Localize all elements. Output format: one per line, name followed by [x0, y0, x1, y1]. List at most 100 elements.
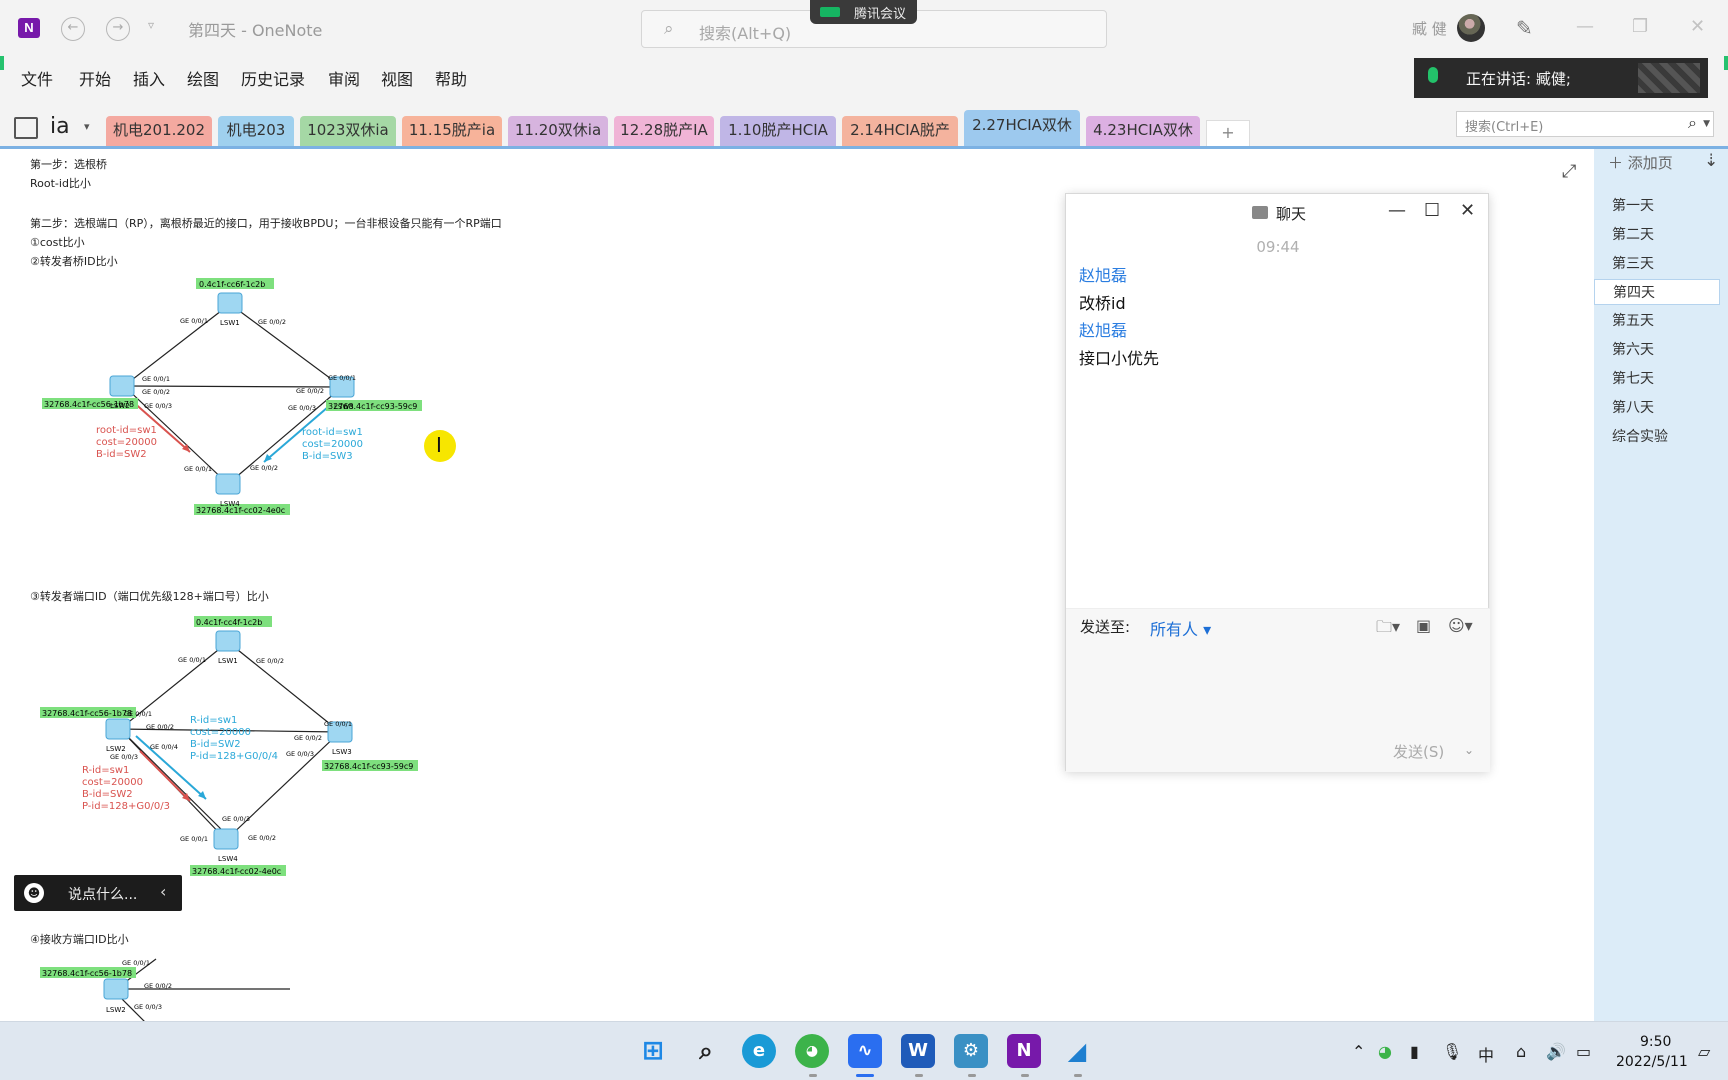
- user-name[interactable]: 臧 健: [1412, 18, 1447, 39]
- close-icon[interactable]: ✕: [1460, 200, 1475, 221]
- chevron-left-icon[interactable]: ‹: [160, 882, 166, 901]
- switch-label: LSW4: [220, 500, 240, 508]
- switch-icon: [215, 630, 241, 652]
- menu-home[interactable]: 开始: [79, 66, 111, 90]
- switch-label: LSW2: [110, 402, 130, 410]
- back-icon[interactable]: ←: [61, 17, 85, 41]
- wechat-tray-icon[interactable]: ◕: [1378, 1042, 1392, 1061]
- minimize-icon[interactable]: —: [1576, 16, 1594, 37]
- section-tab[interactable]: 1023双休ia: [300, 116, 396, 146]
- section-tab[interactable]: 1.10脱产HCIA: [720, 116, 836, 146]
- switch-icon: [103, 978, 129, 1000]
- speaker-thumbnail: [1638, 63, 1700, 93]
- port-label: GE 0/0/1: [180, 835, 208, 843]
- port-label: GE 0/0/2: [144, 982, 172, 990]
- add-page-button[interactable]: ＋ 添加页: [1608, 152, 1673, 173]
- section-tab-active[interactable]: 2.27HCIA双休: [964, 110, 1080, 146]
- notice-icon[interactable]: ▣: [1416, 616, 1431, 635]
- tencent-meeting-icon[interactable]: ∿: [848, 1034, 882, 1068]
- page-item[interactable]: 第一天: [1594, 193, 1720, 219]
- menu-view[interactable]: 视图: [381, 66, 413, 90]
- switch-icon: [105, 718, 131, 740]
- microphone-icon[interactable]: 🎙: [1442, 1042, 1462, 1061]
- quick-access-caret-icon[interactable]: ▿: [148, 18, 154, 32]
- start-icon[interactable]: ⊞: [636, 1034, 670, 1068]
- menu-review[interactable]: 审阅: [328, 66, 360, 90]
- chat-compose-area[interactable]: 发送至: 所有人 ▾ 🗀▾ ▣ ☺▾ 发送(S) ⌄: [1066, 608, 1490, 772]
- chat-sender[interactable]: 赵旭磊: [1079, 262, 1127, 286]
- page-item[interactable]: 第六天: [1594, 337, 1720, 363]
- page-item[interactable]: 第二天: [1594, 222, 1720, 248]
- port-label: GE 0/0/2: [142, 388, 170, 396]
- send-to-select[interactable]: 所有人 ▾: [1150, 616, 1211, 640]
- add-section-button[interactable]: +: [1206, 120, 1250, 146]
- speaking-panel[interactable]: 正在讲话: 臧健;: [1414, 58, 1708, 98]
- clock-time[interactable]: 9:50: [1640, 1034, 1671, 1050]
- edge-icon[interactable]: e: [742, 1034, 776, 1068]
- tray-app-icon[interactable]: ▮: [1410, 1042, 1419, 1061]
- onenote-icon[interactable]: N: [1007, 1034, 1041, 1068]
- menu-draw[interactable]: 绘图: [187, 66, 219, 90]
- port-label: GE 0/0/1: [142, 375, 170, 383]
- page-search-input[interactable]: 搜索(Ctrl+E) ⌕ ▼: [1456, 111, 1714, 137]
- chat-window[interactable]: 聊天 — ☐ ✕ 09:44 赵旭磊 改桥id 赵旭磊 接口小优先 发送至: 所…: [1065, 193, 1490, 772]
- restore-icon[interactable]: ❐: [1632, 16, 1648, 37]
- close-icon[interactable]: ✕: [1690, 16, 1705, 37]
- expand-icon[interactable]: ⤢: [1562, 161, 1576, 182]
- blue-annotation: R-id=sw1: [190, 715, 237, 726]
- ime-indicator[interactable]: 中: [1478, 1042, 1494, 1066]
- battery-icon[interactable]: ▭: [1576, 1042, 1591, 1061]
- send-button[interactable]: 发送(S): [1393, 741, 1444, 762]
- word-icon[interactable]: W: [901, 1034, 935, 1068]
- chevron-down-icon[interactable]: ▾: [84, 120, 90, 133]
- pen-icon[interactable]: ✎: [1516, 16, 1533, 40]
- section-tab[interactable]: 11.20双休ia: [508, 116, 608, 146]
- tool-icon[interactable]: ⚙: [954, 1034, 988, 1068]
- page-item[interactable]: 第七天: [1594, 366, 1720, 392]
- meeting-app-label: 腾讯会议: [854, 7, 907, 22]
- section-tab[interactable]: 2.14HCIA脱产: [842, 116, 958, 146]
- section-tab[interactable]: 机电203: [218, 116, 294, 146]
- meeting-indicator[interactable]: 腾讯会议: [810, 0, 917, 24]
- section-tab[interactable]: 12.28脱产IA: [614, 116, 714, 146]
- meeting-status-icon: [820, 7, 840, 17]
- menu-file[interactable]: 文件: [21, 66, 53, 90]
- volume-icon[interactable]: 🔊: [1546, 1042, 1566, 1061]
- say-something-label[interactable]: 说点什么...: [68, 884, 137, 904]
- wechat-icon[interactable]: ◕: [795, 1034, 829, 1068]
- minimize-icon[interactable]: —: [1388, 200, 1406, 221]
- say-something-bar[interactable]: ☻ 说点什么... ‹: [14, 875, 182, 911]
- emoji-icon[interactable]: ☻: [24, 883, 44, 903]
- chevron-up-icon[interactable]: ⌃: [1352, 1042, 1365, 1061]
- clock-date[interactable]: 2022/5/11: [1616, 1054, 1688, 1070]
- section-tab[interactable]: 机电201.202: [106, 116, 212, 146]
- wireshark-icon[interactable]: ◢: [1060, 1034, 1094, 1068]
- section-tab[interactable]: 11.15脱产ia: [402, 116, 502, 146]
- maximize-icon[interactable]: ☐: [1424, 200, 1440, 221]
- menu-help[interactable]: 帮助: [435, 66, 467, 90]
- section-tab[interactable]: 4.23HCIA双休: [1086, 116, 1200, 146]
- port-label: GE 0/0/2: [296, 387, 324, 395]
- menu-history[interactable]: 历史记录: [241, 66, 305, 90]
- chat-sender[interactable]: 赵旭磊: [1079, 317, 1127, 341]
- avatar[interactable]: [1457, 14, 1485, 42]
- sw2-bridge-id: 32768.4c1f-cc56-1b78: [42, 969, 132, 978]
- member-icon[interactable]: ☺▾: [1448, 616, 1473, 635]
- forward-icon[interactable]: →: [106, 17, 130, 41]
- chevron-down-icon[interactable]: ⌄: [1464, 743, 1474, 757]
- page-item[interactable]: 综合实验: [1594, 424, 1720, 450]
- sort-icon[interactable]: ⇣: [1704, 151, 1718, 171]
- page-item[interactable]: 第八天: [1594, 395, 1720, 421]
- red-annotation: cost=20000: [82, 777, 143, 788]
- page-item-selected[interactable]: 第四天: [1594, 279, 1720, 305]
- notification-icon[interactable]: ▱: [1698, 1042, 1710, 1061]
- notebook-icon[interactable]: [14, 117, 38, 139]
- file-icon[interactable]: 🗀▾: [1376, 616, 1400, 643]
- search-icon[interactable]: ⌕: [689, 1034, 723, 1068]
- menu-insert[interactable]: 插入: [133, 66, 165, 90]
- page-item[interactable]: 第三天: [1594, 251, 1720, 277]
- notebook-name[interactable]: ia: [50, 114, 70, 139]
- page-item[interactable]: 第五天: [1594, 308, 1720, 334]
- sw4-bridge-id: 32768.4c1f-cc02-4e0c: [196, 506, 285, 515]
- network-icon[interactable]: ⌂: [1516, 1042, 1526, 1061]
